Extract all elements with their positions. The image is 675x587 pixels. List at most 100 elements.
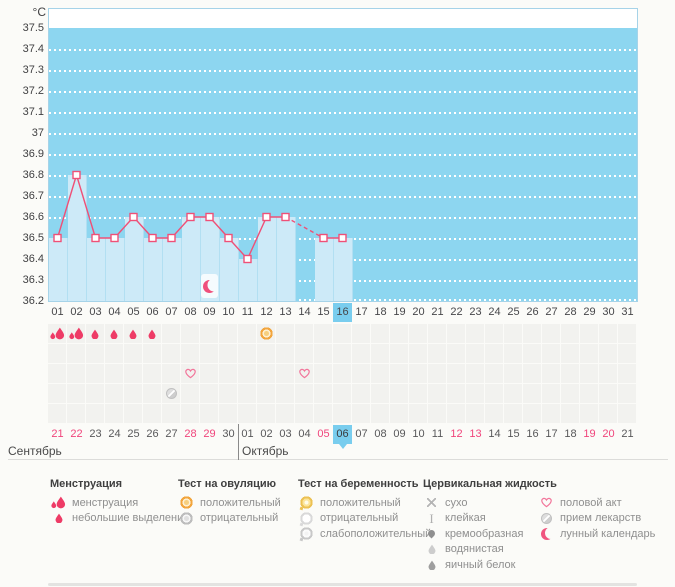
cycle-day-label[interactable]: 30 — [599, 303, 618, 322]
event-cell[interactable] — [276, 404, 294, 423]
event-cell[interactable] — [67, 404, 85, 423]
calendar-day-label[interactable]: 07 — [352, 425, 371, 444]
event-cell[interactable] — [390, 404, 408, 423]
event-cell[interactable] — [67, 364, 85, 383]
event-cell[interactable] — [48, 324, 66, 343]
event-cell[interactable] — [314, 324, 332, 343]
event-cell[interactable] — [238, 364, 256, 383]
event-cell[interactable] — [447, 364, 465, 383]
event-cell[interactable] — [314, 344, 332, 363]
event-cell[interactable] — [162, 344, 180, 363]
event-cell[interactable] — [162, 404, 180, 423]
event-cell[interactable] — [542, 404, 560, 423]
event-cell[interactable] — [447, 384, 465, 403]
event-cell[interactable] — [466, 404, 484, 423]
event-cell[interactable] — [447, 404, 465, 423]
event-cell[interactable] — [181, 324, 199, 343]
event-cell[interactable] — [485, 344, 503, 363]
cycle-day-label[interactable]: 31 — [618, 303, 637, 322]
event-cell[interactable] — [314, 364, 332, 383]
cycle-day-label[interactable]: 26 — [523, 303, 542, 322]
event-cell[interactable] — [466, 344, 484, 363]
calendar-day-label[interactable]: 09 — [390, 425, 409, 444]
calendar-day-label[interactable]: 10 — [409, 425, 428, 444]
horizontal-scrollbar[interactable] — [48, 583, 637, 586]
cycle-day-label[interactable]: 07 — [162, 303, 181, 322]
event-cell[interactable] — [124, 384, 142, 403]
event-cell[interactable] — [561, 404, 579, 423]
event-cell[interactable] — [295, 404, 313, 423]
event-cell[interactable] — [200, 324, 218, 343]
event-cell[interactable] — [219, 404, 237, 423]
event-cell[interactable] — [390, 324, 408, 343]
calendar-day-label[interactable]: 16 — [523, 425, 542, 444]
event-cell[interactable] — [333, 404, 351, 423]
event-cell[interactable] — [352, 404, 370, 423]
event-cell[interactable] — [561, 344, 579, 363]
calendar-day-label[interactable]: 04 — [295, 425, 314, 444]
event-cell[interactable] — [143, 404, 161, 423]
event-cell[interactable] — [276, 364, 294, 383]
event-cell[interactable] — [428, 344, 446, 363]
event-cell[interactable] — [257, 364, 275, 383]
cycle-day-label[interactable]: 17 — [352, 303, 371, 322]
event-cell[interactable] — [295, 384, 313, 403]
event-cell[interactable] — [390, 364, 408, 383]
event-cell[interactable] — [618, 344, 636, 363]
event-cell[interactable] — [523, 384, 541, 403]
event-cell[interactable] — [238, 384, 256, 403]
calendar-day-label[interactable]: 22 — [67, 425, 86, 444]
event-cell[interactable] — [48, 384, 66, 403]
event-cell[interactable] — [276, 384, 294, 403]
event-cell[interactable] — [485, 404, 503, 423]
calendar-day-label[interactable]: 21 — [618, 425, 637, 444]
event-cell[interactable] — [371, 344, 389, 363]
event-cell[interactable] — [219, 364, 237, 383]
cycle-day-label[interactable]: 06 — [143, 303, 162, 322]
event-cell[interactable] — [67, 324, 85, 343]
event-cell[interactable] — [599, 324, 617, 343]
calendar-day-label[interactable]: 25 — [124, 425, 143, 444]
event-cell[interactable] — [390, 344, 408, 363]
calendar-day-label[interactable]: 18 — [561, 425, 580, 444]
event-cell[interactable] — [257, 384, 275, 403]
cycle-day-label[interactable]: 21 — [428, 303, 447, 322]
event-cell[interactable] — [409, 404, 427, 423]
event-cell[interactable] — [580, 344, 598, 363]
cycle-day-label[interactable]: 25 — [504, 303, 523, 322]
event-cell[interactable] — [48, 344, 66, 363]
event-cell[interactable] — [466, 364, 484, 383]
event-cell[interactable] — [124, 344, 142, 363]
calendar-day-label[interactable]: 06 — [333, 425, 352, 444]
event-cell[interactable] — [200, 344, 218, 363]
event-cell[interactable] — [409, 324, 427, 343]
event-cell[interactable] — [523, 324, 541, 343]
cycle-day-label[interactable]: 08 — [181, 303, 200, 322]
event-cell[interactable] — [143, 364, 161, 383]
calendar-day-label[interactable]: 29 — [200, 425, 219, 444]
event-cell[interactable] — [618, 364, 636, 383]
event-cell[interactable] — [390, 384, 408, 403]
event-cell[interactable] — [124, 404, 142, 423]
event-cell[interactable] — [371, 404, 389, 423]
cycle-day-label[interactable]: 04 — [105, 303, 124, 322]
event-cell[interactable] — [48, 404, 66, 423]
event-cell[interactable] — [257, 404, 275, 423]
event-cell[interactable] — [86, 384, 104, 403]
event-cell[interactable] — [599, 364, 617, 383]
calendar-day-label[interactable]: 28 — [181, 425, 200, 444]
event-cell[interactable] — [105, 384, 123, 403]
calendar-day-label[interactable]: 08 — [371, 425, 390, 444]
calendar-day-label[interactable]: 14 — [485, 425, 504, 444]
calendar-day-label[interactable]: 01 — [238, 425, 257, 444]
cycle-day-label[interactable]: 01 — [48, 303, 67, 322]
event-cell[interactable] — [143, 324, 161, 343]
event-cell[interactable] — [580, 324, 598, 343]
event-cell[interactable] — [542, 384, 560, 403]
event-cell[interactable] — [542, 324, 560, 343]
event-cell[interactable] — [276, 344, 294, 363]
event-cell[interactable] — [105, 364, 123, 383]
calendar-day-label[interactable]: 24 — [105, 425, 124, 444]
event-cell[interactable] — [523, 364, 541, 383]
event-cell[interactable] — [86, 324, 104, 343]
